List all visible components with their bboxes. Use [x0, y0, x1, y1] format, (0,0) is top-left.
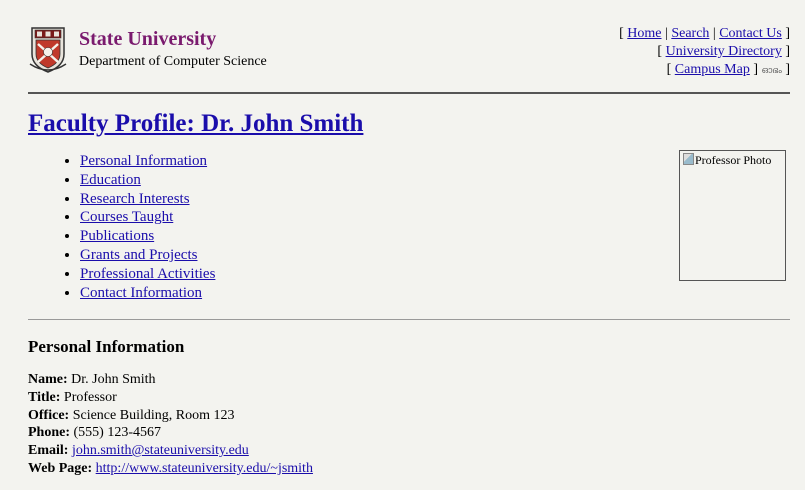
- info-row-phone: Phone: (555) 123-4567: [28, 424, 313, 442]
- university-directory-link[interactable]: University Directory: [666, 44, 782, 59]
- page-title: Faculty Profile: Dr. John Smith: [28, 110, 363, 138]
- info-label: Name:: [28, 372, 68, 387]
- bracket: [: [657, 44, 663, 59]
- separator: ]: [753, 62, 758, 77]
- webpage-link[interactable]: http://www.stateuniversity.edu/~jsmith: [96, 461, 313, 476]
- toc-item: Contact Information: [80, 284, 215, 303]
- separator: |: [665, 26, 668, 41]
- info-label: Phone:: [28, 425, 70, 441]
- search-link[interactable]: Search: [671, 26, 709, 41]
- table-of-contents: Personal Information Education Research …: [60, 152, 215, 302]
- separator: |: [712, 26, 716, 41]
- info-row-title: Title: Professor: [28, 389, 313, 407]
- university-seal-icon: [29, 27, 67, 73]
- bracket: [: [666, 62, 672, 77]
- info-label: Email:: [28, 443, 69, 459]
- toc-link-courses-taught[interactable]: Courses Taught: [80, 209, 173, 225]
- toc-link-personal-information[interactable]: Personal Information: [80, 153, 207, 169]
- toc-item: Professional Activities: [80, 265, 215, 284]
- site-header: State University Department of Computer …: [28, 22, 790, 79]
- broken-image-icon: [683, 153, 694, 165]
- info-value: Dr. John Smith: [71, 372, 156, 387]
- toc-item: Education: [80, 171, 215, 190]
- info-row-name: Name: Dr. John Smith: [28, 371, 313, 389]
- toc-item: Research Interests: [80, 190, 215, 209]
- page-title-link[interactable]: Faculty Profile: Dr. John Smith: [28, 110, 363, 137]
- university-name: State University: [79, 28, 217, 50]
- toc-link-research-interests[interactable]: Research Interests: [80, 191, 190, 207]
- section-divider: [28, 319, 790, 320]
- info-label: Title:: [28, 389, 61, 405]
- bracket: ]: [785, 44, 790, 59]
- bracket: ]: [785, 26, 790, 41]
- personal-info-block: Name: Dr. John Smith Title: Professor Of…: [28, 371, 313, 478]
- bracket: ]: [785, 62, 790, 77]
- toc-link-grants-and-projects[interactable]: Grants and Projects: [80, 247, 197, 263]
- info-row-webpage: Web Page: http://www.stateuniversity.edu…: [28, 460, 313, 478]
- info-row-email: Email: john.smith@stateuniversity.edu: [28, 442, 313, 460]
- contact-us-link[interactable]: Contact Us: [719, 26, 782, 41]
- info-value: (555) 123-4567: [73, 425, 162, 441]
- email-link[interactable]: john.smith@stateuniversity.edu: [72, 443, 249, 458]
- toc-link-contact-information[interactable]: Contact Information: [80, 285, 202, 301]
- section-heading-personal-information: Personal Information: [28, 337, 185, 356]
- bracket: [: [619, 26, 624, 41]
- toc-item: Publications: [80, 227, 215, 246]
- header-divider: [28, 92, 790, 94]
- toc-item: Grants and Projects: [80, 246, 215, 265]
- info-value: Professor: [63, 389, 117, 405]
- toc-link-professional-activities[interactable]: Professional Activities: [80, 266, 215, 282]
- professor-photo-placeholder: Professor Photo: [679, 150, 786, 281]
- department-name: Department of Computer Science: [79, 54, 267, 69]
- campus-map-suffix: ഓഭം: [761, 65, 782, 75]
- info-label: Office:: [28, 407, 70, 423]
- toc-item: Personal Information: [80, 152, 215, 171]
- top-nav-links: [ Home | Search | Contact Us ] [ Univers…: [619, 25, 790, 79]
- info-value: Science Building, Room 123: [72, 407, 235, 423]
- toc-item: Courses Taught: [80, 208, 215, 227]
- home-link[interactable]: Home: [627, 26, 661, 41]
- info-label: Web Page:: [28, 460, 93, 476]
- toc-link-publications[interactable]: Publications: [80, 228, 154, 244]
- campus-map-link[interactable]: Campus Map: [675, 62, 750, 77]
- info-row-office: Office: Science Building, Room 123: [28, 407, 313, 425]
- photo-alt-text: Professor Photo: [695, 153, 772, 167]
- toc-link-education[interactable]: Education: [80, 172, 141, 188]
